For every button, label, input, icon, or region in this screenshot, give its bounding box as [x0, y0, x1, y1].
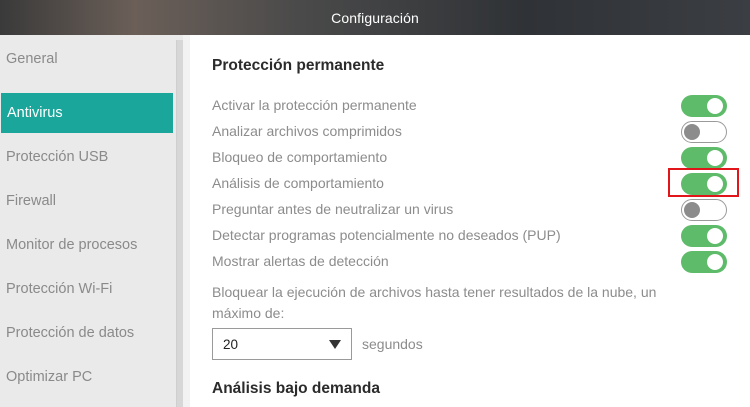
option-label-detectar-pup: Detectar programas potencialmente no des… [212, 227, 561, 243]
option-label-analizar-comprimidos: Analizar archivos comprimidos [212, 123, 402, 139]
settings-panel: Protección permanente Activar la protecc… [190, 35, 750, 407]
toggle-knob [707, 98, 723, 114]
sidebar-item-antivirus[interactable]: Antivirus [1, 93, 173, 133]
toggle-bloqueo-comportamiento[interactable] [681, 147, 727, 169]
option-label-bloqueo-comportamiento: Bloqueo de comportamiento [212, 149, 388, 165]
section-title-analisis-bajo-demanda: Análisis bajo demanda [212, 380, 380, 397]
chevron-down-icon [329, 340, 341, 349]
sidebar-item-proteccion-usb[interactable]: Protección USB [0, 137, 173, 177]
timeout-select-value: 20 [223, 336, 239, 352]
toggle-knob [707, 228, 723, 244]
toggle-knob [707, 254, 723, 270]
toggle-mostrar-alertas[interactable] [681, 251, 727, 273]
block-execution-description: Bloquear la ejecución de archivos hasta … [212, 284, 657, 321]
toggle-preguntar-neutralizar[interactable] [681, 199, 727, 221]
sidebar-item-general[interactable]: General [0, 39, 173, 79]
option-label-preguntar-neutralizar: Preguntar antes de neutralizar un virus [212, 201, 454, 217]
option-label-mostrar-alertas: Mostrar alertas de detección [212, 253, 389, 269]
sidebar: General Antivirus Protección USB Firewal… [0, 35, 183, 407]
toggle-analizar-comprimidos[interactable] [681, 121, 727, 143]
sidebar-item-monitor-de-procesos[interactable]: Monitor de procesos [0, 225, 173, 265]
toggle-knob [684, 201, 700, 218]
title-bar: Configuración [0, 0, 750, 35]
option-label-analisis-comportamiento: Análisis de comportamiento [212, 175, 384, 191]
timeout-select[interactable]: 20 [212, 328, 352, 360]
window-title: Configuración [331, 9, 419, 26]
sidebar-item-firewall[interactable]: Firewall [0, 181, 173, 221]
toggle-knob [707, 150, 723, 166]
sidebar-scrollbar[interactable] [176, 40, 183, 407]
option-label-activar-proteccion: Activar la protección permanente [212, 97, 417, 113]
toggle-detectar-pup[interactable] [681, 225, 727, 247]
timeout-unit-label: segundos [362, 336, 423, 352]
toggle-activar-proteccion[interactable] [681, 95, 727, 117]
highlight-box [668, 168, 739, 197]
sidebar-item-optimizar-pc[interactable]: Optimizar PC [0, 357, 173, 397]
sidebar-item-proteccion-de-datos[interactable]: Protección de datos [0, 313, 173, 353]
toggle-knob [684, 123, 700, 140]
sidebar-item-proteccion-wifi[interactable]: Protección Wi-Fi [0, 269, 173, 309]
section-title-proteccion-permanente: Protección permanente [212, 57, 385, 74]
